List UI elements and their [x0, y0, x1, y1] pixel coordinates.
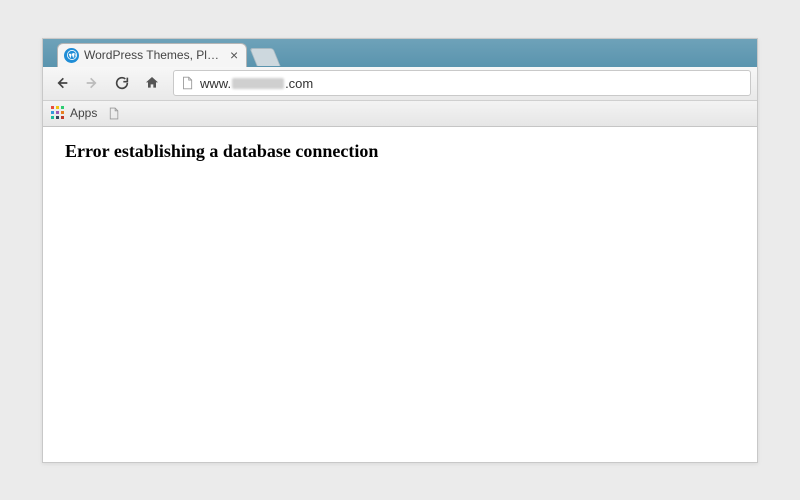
url-suffix: .com — [285, 76, 313, 91]
browser-tab[interactable]: WordPress Themes, Plugin × — [57, 43, 247, 67]
apps-bookmark[interactable]: Apps — [51, 106, 97, 120]
error-heading: Error establishing a database connection — [65, 141, 735, 162]
tab-close-icon[interactable]: × — [230, 48, 238, 62]
reload-button[interactable] — [109, 70, 135, 96]
address-bar[interactable]: www. .com — [173, 70, 751, 96]
home-button[interactable] — [139, 70, 165, 96]
wordpress-favicon-icon — [64, 48, 79, 63]
page-icon — [180, 76, 194, 90]
page-content: Error establishing a database connection — [43, 127, 757, 462]
bookmark-placeholder[interactable] — [107, 106, 120, 121]
bookmarks-bar: Apps — [43, 101, 757, 127]
tab-title: WordPress Themes, Plugin — [84, 48, 224, 62]
forward-button[interactable] — [79, 70, 105, 96]
toolbar: www. .com — [43, 67, 757, 101]
apps-label: Apps — [70, 106, 97, 120]
browser-window: WordPress Themes, Plugin × www. .com Apps — [42, 38, 758, 463]
tab-strip: WordPress Themes, Plugin × — [43, 39, 757, 67]
apps-icon — [51, 106, 65, 120]
document-icon — [107, 106, 120, 121]
url-prefix: www. — [200, 76, 231, 91]
url-obscured-domain — [232, 78, 284, 89]
new-tab-button[interactable] — [250, 48, 281, 66]
back-button[interactable] — [49, 70, 75, 96]
